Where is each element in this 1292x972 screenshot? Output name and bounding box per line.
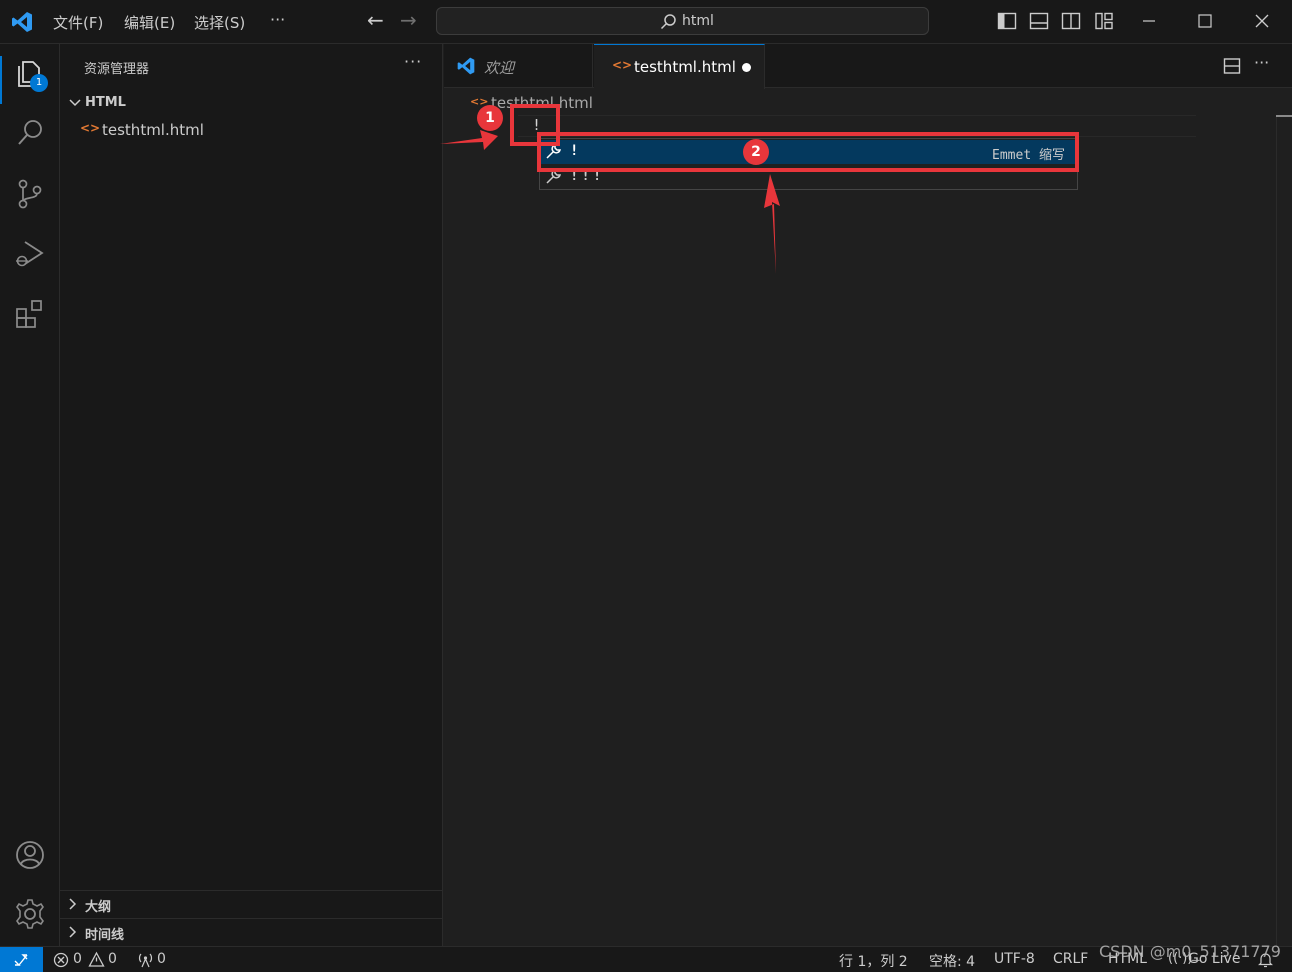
section-timeline[interactable]: 时间线	[60, 918, 443, 945]
end-of-line[interactable]: CRLF	[1053, 951, 1088, 967]
vscode-logo-icon	[12, 12, 32, 32]
run-debug-icon[interactable]	[13, 237, 47, 271]
editor-more-icon[interactable]: ···	[1254, 53, 1274, 73]
menu-file[interactable]: 文件(F)	[53, 12, 103, 33]
explorer-sidebar: 资源管理器 ··· HTML <> testhtml.html 大纲 时间线	[60, 44, 443, 946]
ports-count[interactable]: 0	[157, 951, 166, 967]
annotation-step-2: 2	[743, 139, 769, 165]
indentation[interactable]: 空格: 4	[929, 951, 975, 971]
sidebar-title: 资源管理器	[84, 62, 150, 77]
file-name: testhtml.html	[102, 121, 204, 139]
tab-welcome[interactable]: 欢迎	[444, 44, 593, 88]
watermark: CSDN @m0_51371779	[1099, 942, 1281, 961]
folder-name: HTML	[85, 95, 126, 110]
unsaved-dot-icon[interactable]	[742, 63, 751, 72]
activity-bar: 1	[0, 44, 60, 946]
toggle-secondary-sidebar-icon[interactable]	[1060, 10, 1082, 32]
scrollbar-track[interactable]	[1276, 115, 1277, 946]
encoding[interactable]: UTF-8	[994, 951, 1035, 967]
split-editor-icon[interactable]	[1222, 56, 1242, 76]
search-text: html	[682, 13, 714, 29]
customize-layout-icon[interactable]	[1093, 10, 1115, 32]
menu-edit[interactable]: 编辑(E)	[124, 12, 175, 33]
menu-selection[interactable]: 选择(S)	[194, 12, 245, 33]
warning-icon[interactable]	[88, 951, 105, 968]
annotation-arrow-right	[440, 130, 498, 150]
toggle-primary-sidebar-icon[interactable]	[996, 10, 1018, 32]
html-file-icon: <>	[612, 58, 633, 72]
chevron-right-icon	[69, 926, 77, 938]
tab-welcome-label: 欢迎	[484, 59, 515, 77]
section-timeline-label: 时间线	[85, 928, 125, 943]
chevron-down-icon	[69, 99, 81, 107]
cursor-position[interactable]: 行 1，列 2	[839, 951, 908, 971]
command-center-search[interactable]: html	[436, 7, 929, 35]
maximize-icon[interactable]	[1194, 10, 1216, 32]
folder-html[interactable]: HTML	[60, 92, 443, 114]
minimize-icon[interactable]	[1138, 10, 1160, 32]
section-outline[interactable]: 大纲	[60, 890, 443, 917]
html-file-icon: <>	[80, 121, 101, 135]
chevron-right-icon	[69, 898, 77, 910]
explorer-badge: 1	[30, 74, 48, 92]
sidebar-more-icon[interactable]: ···	[404, 52, 422, 71]
editor-tabs: 欢迎 <> testhtml.html ···	[444, 44, 1292, 89]
title-bar: 文件(F) 编辑(E) 选择(S) ··· ← → html	[0, 0, 1292, 44]
remote-indicator[interactable]	[0, 947, 43, 972]
menu-more-icon[interactable]: ···	[270, 10, 285, 29]
ports-broadcast-icon[interactable]	[137, 952, 154, 969]
accounts-icon[interactable]	[13, 838, 47, 872]
extensions-icon[interactable]	[13, 297, 47, 331]
section-outline-label: 大纲	[85, 900, 112, 915]
annotation-box-suggestion	[537, 132, 1079, 172]
file-testhtml[interactable]: <> testhtml.html	[60, 118, 443, 142]
tab-testhtml[interactable]: <> testhtml.html	[594, 44, 765, 89]
editor-area[interactable]: <> testhtml.html !	[444, 89, 1292, 946]
source-control-icon[interactable]	[13, 177, 47, 211]
search-icon[interactable]	[13, 116, 47, 150]
scrollbar-cursor-mark	[1276, 115, 1292, 117]
close-icon[interactable]	[1251, 10, 1273, 32]
settings-gear-icon[interactable]	[13, 897, 47, 931]
back-arrow-icon[interactable]: ←	[367, 8, 384, 32]
active-indicator	[0, 56, 2, 104]
remote-icon	[14, 954, 28, 966]
vscode-logo-icon	[457, 57, 475, 75]
warning-count[interactable]: 0	[108, 951, 117, 967]
tab-file-label: testhtml.html	[634, 58, 736, 76]
error-icon[interactable]	[53, 952, 69, 968]
search-icon	[660, 14, 676, 30]
forward-arrow-icon[interactable]: →	[400, 8, 417, 32]
toggle-panel-icon[interactable]	[1028, 10, 1050, 32]
annotation-arrow-up	[764, 174, 780, 274]
error-count[interactable]: 0	[73, 951, 82, 967]
